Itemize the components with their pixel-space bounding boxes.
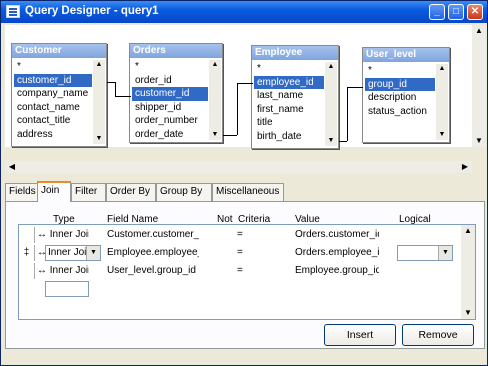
field-list-item[interactable]: * (14, 60, 92, 74)
join-line (347, 87, 363, 88)
field-list[interactable]: * order_id customer_id shipper_id order_numb… (132, 60, 208, 140)
field-list-item[interactable]: order_id (132, 74, 208, 88)
join-line (115, 96, 131, 97)
logical-select[interactable]: ▼ (397, 245, 453, 261)
chevron-down-icon[interactable]: ▼ (438, 246, 452, 260)
title-bar: Query Designer - query1 _ □ ✕ (1, 1, 487, 23)
table-design-area[interactable]: Customer * customer_id company_name contact… (5, 25, 472, 149)
field-list-item[interactable]: order_date (132, 128, 208, 141)
table-scrollbar[interactable]: ▲ ▼ (325, 62, 337, 146)
field-list[interactable]: * employee_id last_name first_name title birt… (254, 62, 324, 146)
minimize-button[interactable]: _ (429, 4, 445, 20)
field-list[interactable]: * customer_id company_name contact_name cont… (14, 60, 92, 144)
row-selector[interactable]: ‡ (19, 245, 35, 261)
field-list-item[interactable]: employee_id (254, 75, 324, 89)
field-name-cell[interactable]: Employee.employee_id (107, 247, 199, 258)
field-list-item[interactable]: contact_title (14, 114, 92, 128)
join-type-select[interactable]: Inner Join ▼ (45, 245, 101, 261)
join-line (237, 83, 253, 84)
maximize-button[interactable]: □ (448, 4, 464, 20)
remove-button[interactable]: Remove (402, 324, 474, 346)
join-type-cell[interactable]: ↔ Inner Join (37, 229, 89, 240)
table-title[interactable]: Employee (252, 46, 338, 60)
field-list-item[interactable]: * (365, 64, 435, 78)
table-title[interactable]: Customer (12, 44, 106, 58)
criteria-cell[interactable]: = (237, 247, 243, 258)
field-list-item[interactable]: description (365, 91, 435, 105)
field-list-item[interactable]: customer_id (14, 73, 92, 87)
field-list-item[interactable]: birth_date (254, 130, 324, 144)
field-list-item[interactable]: * (132, 60, 208, 74)
field-list-item[interactable]: contact_name (14, 101, 92, 115)
tab-filter[interactable]: Filter (71, 183, 106, 201)
criteria-cell[interactable]: = (237, 229, 243, 240)
table-scrollbar[interactable]: ▲ ▼ (93, 60, 105, 144)
criteria-cell[interactable]: = (237, 265, 243, 276)
value-cell[interactable]: Orders.employee_id (295, 247, 379, 258)
table-row[interactable]: ‡ ↔ Inner Join ▼ Employee.employee_id = … (19, 245, 459, 261)
window-title: Query Designer - query1 (25, 5, 159, 17)
chevron-down-icon[interactable]: ▼ (86, 246, 100, 260)
tab-order-by[interactable]: Order By (106, 183, 156, 201)
insert-button[interactable]: Insert (324, 324, 396, 346)
field-list-item[interactable]: customer_id (132, 87, 208, 101)
table-row[interactable]: ↔ Inner Join Customer.customer_id = Orde… (19, 227, 459, 243)
field-name-cell[interactable]: Customer.customer_id (107, 229, 199, 240)
table-row[interactable]: ↔ Inner Join User_level.group_id = Emplo… (19, 263, 459, 279)
field-list-item[interactable]: company_name (14, 87, 92, 101)
tab-group-by[interactable]: Group By (156, 183, 212, 201)
app-icon (6, 5, 20, 18)
table-scrollbar[interactable]: ▲ ▼ (209, 60, 221, 140)
field-list-item[interactable]: first_name (254, 103, 324, 117)
field-list-item[interactable]: status_action (365, 105, 435, 119)
table-title[interactable]: Orders (130, 44, 222, 58)
join-line (223, 135, 237, 136)
table-scrollbar[interactable]: ▲ ▼ (436, 64, 448, 140)
field-list-item[interactable]: shipper_id (132, 101, 208, 115)
field-list-item[interactable]: last_name (254, 89, 324, 103)
table-orders[interactable]: Orders * order_id customer_id shipper_id ord… (129, 43, 223, 143)
close-button[interactable]: ✕ (467, 4, 483, 20)
join-line (107, 82, 115, 83)
table-user-level[interactable]: User_level * group_id description status_ac… (362, 47, 450, 143)
tab-fields[interactable]: Fields (5, 183, 39, 201)
tab-miscellaneous[interactable]: Miscellaneous (212, 183, 284, 201)
field-list[interactable]: * group_id description status_action (365, 64, 435, 140)
value-cell[interactable]: Orders.customer_id (295, 229, 379, 240)
field-list-item[interactable]: group_id (365, 77, 435, 91)
field-name-cell[interactable]: User_level.group_id (107, 265, 199, 276)
row-selector[interactable] (19, 227, 35, 243)
field-list-item[interactable]: address (14, 128, 92, 142)
join-panel: Type Field Name Not Criteria Value Logic… (5, 201, 485, 349)
table-customer[interactable]: Customer * customer_id company_name contact… (11, 43, 107, 147)
row-selector[interactable] (19, 263, 35, 279)
value-cell[interactable]: Employee.group_id (295, 265, 379, 276)
join-type-cell[interactable]: ↔ Inner Join (37, 265, 89, 276)
field-list-item[interactable]: * (254, 62, 324, 76)
design-horizontal-scrollbar[interactable]: ◀ ▶ (5, 161, 472, 173)
tab-join[interactable]: Join (37, 181, 71, 202)
join-line (339, 141, 347, 142)
table-title[interactable]: User_level (363, 48, 449, 62)
field-list-item[interactable]: order_number (132, 114, 208, 128)
join-line (115, 82, 116, 96)
grid-vertical-scrollbar[interactable]: ▲ ▼ (461, 225, 475, 319)
new-row-input[interactable] (45, 281, 89, 297)
table-employee[interactable]: Employee * employee_id last_name first_name… (251, 45, 339, 149)
field-list-item[interactable]: title (254, 116, 324, 130)
join-line (237, 83, 238, 135)
query-designer-window: Query Designer - query1 _ □ ✕ Customer *… (0, 0, 488, 366)
join-grid[interactable]: ↔ Inner Join Customer.customer_id = Orde… (18, 224, 476, 320)
design-vertical-scrollbar[interactable]: ▲ ▼ (472, 25, 486, 147)
join-line (347, 87, 348, 141)
